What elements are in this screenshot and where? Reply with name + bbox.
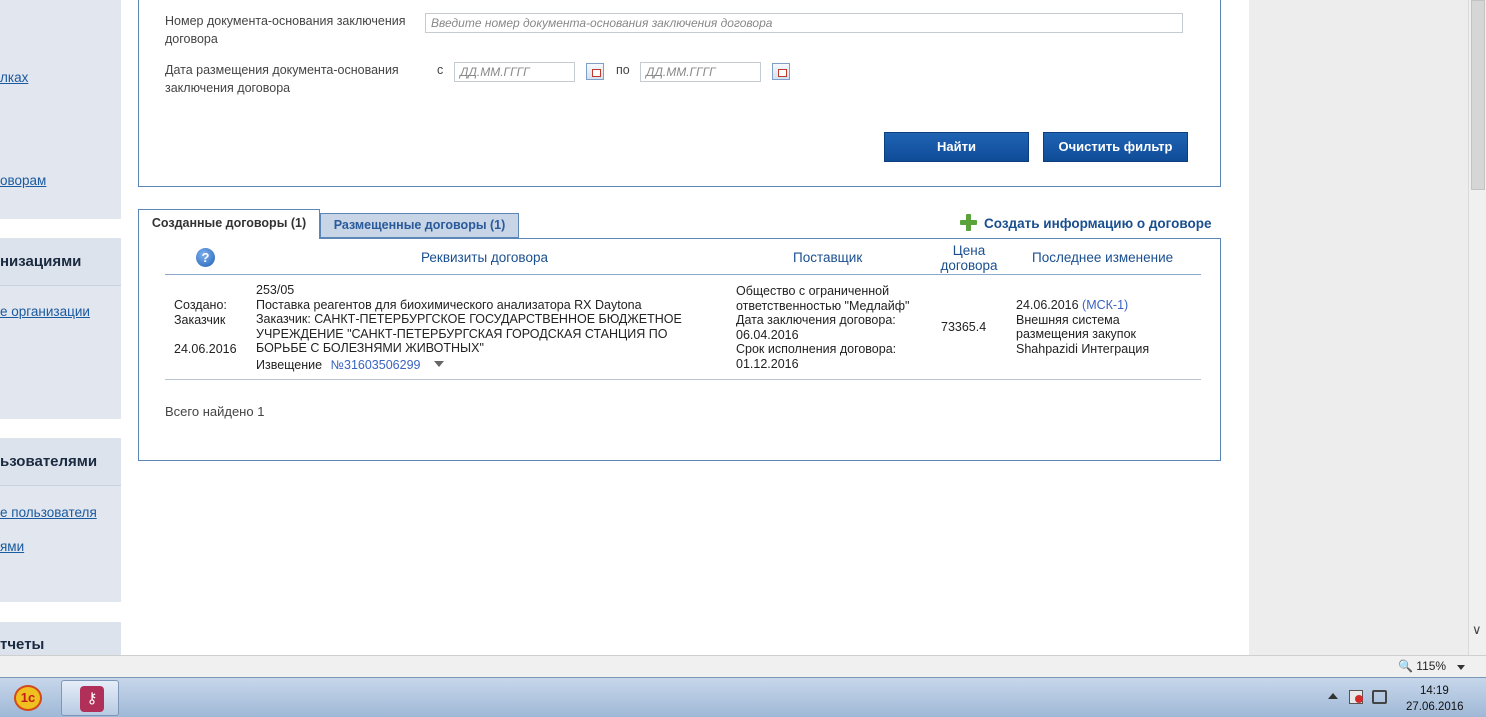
sidebar-link-organizations[interactable]: е организации <box>0 304 90 319</box>
total-found: Всего найдено 1 <box>165 404 265 419</box>
browser-status-bar: 🔍 115% <box>0 655 1486 677</box>
network-icon[interactable] <box>1372 690 1387 704</box>
contract-number: 253/05 <box>256 283 295 297</box>
chevron-down-icon[interactable] <box>433 360 444 367</box>
sidebar-link-procurements[interactable]: лках <box>0 70 28 85</box>
column-header-last-change: Последнее изменение <box>1032 250 1174 265</box>
sidebar-section-title: ьзователями <box>0 438 121 486</box>
zoom-dropdown-icon[interactable] <box>1457 665 1465 670</box>
1c-icon: 1с <box>14 685 42 711</box>
change-source: Внешняя система <box>1016 312 1120 327</box>
date-range-label-line: заключения договора <box>165 81 291 95</box>
action-center-flag-icon[interactable] <box>1349 690 1363 704</box>
notice-link[interactable]: №31603506299 <box>331 358 421 372</box>
right-margin <box>1249 0 1468 655</box>
header-divider <box>165 274 1201 275</box>
conclusion-date: 06.04.2016 <box>736 327 799 342</box>
contract-customer: БОРЬБЕ С БОЛЕЗНЯМИ ЖИВОТНЫХ" <box>256 341 484 355</box>
sidebar-section-organizations: низациями <box>0 238 121 419</box>
tab-created-contracts[interactable]: Созданные договоры (1) <box>138 209 320 239</box>
clear-filter-button[interactable]: Очистить фильтр <box>1043 132 1188 162</box>
date-to-input[interactable]: ДД.ММ.ГГГГ <box>640 62 761 82</box>
help-icon[interactable]: ? <box>196 248 215 267</box>
taskbar: 1с ⚷ 14:19 27.06.2016 <box>0 677 1486 717</box>
row-supplier: Общество с ограниченной ответственностью… <box>736 284 909 371</box>
calendar-icon[interactable] <box>772 63 790 80</box>
left-sidebar: лках оворам низациями е организации ьзов… <box>0 0 121 670</box>
row-created-date: 24.06.2016 <box>174 342 237 356</box>
clock-time[interactable]: 14:19 <box>1420 685 1449 697</box>
sidebar-section-reports: тчеты <box>0 622 121 670</box>
contract-customer: УЧРЕЖДЕНИЕ "САНКТ-ПЕТЕРБУРГСКАЯ ГОРОДСКА… <box>256 326 668 341</box>
zoom-level: 115% <box>1416 659 1447 673</box>
filter-panel: Номер документа-основания заключения дог… <box>138 0 1221 187</box>
sidebar-link-contracts[interactable]: оворам <box>0 173 46 188</box>
clock-date[interactable]: 27.06.2016 <box>1406 701 1464 713</box>
column-header-price: Цена договора <box>937 243 1001 273</box>
calendar-icon[interactable] <box>586 63 604 80</box>
supplier-name: Общество с ограниченной <box>736 284 890 298</box>
contract-customer: Заказчик: САНКТ-ПЕТЕРБУРГСКОЕ ГОСУДАРСТВ… <box>256 312 682 326</box>
doc-number-label-line: Номер документа-основания заключения <box>165 14 406 28</box>
column-header-supplier: Поставщик <box>793 250 863 265</box>
row-price: 73365.4 <box>941 320 987 334</box>
notice-label: Извещение <box>256 357 323 372</box>
row-status: Создано: Заказчик <box>174 298 227 327</box>
sidebar-section-users: ьзователями <box>0 438 121 602</box>
scroll-down-icon[interactable]: ∨ <box>1472 622 1482 638</box>
create-contract-info-label: Создать информацию о договоре <box>984 216 1212 231</box>
doc-number-input[interactable]: Введите номер документа-основания заключ… <box>425 13 1183 33</box>
change-user-link[interactable]: (МСК-1) <box>1082 298 1128 312</box>
sidebar-link-user[interactable]: е пользователя <box>0 505 97 520</box>
row-last-change: 24.06.2016 (МСК-1) Внешняя система разме… <box>1016 298 1149 356</box>
taskbar-app-1c[interactable]: 1с <box>2 680 60 716</box>
conclusion-label: Дата заключения договора: <box>736 313 896 327</box>
sidebar-section-title: низациями <box>0 238 121 286</box>
date-to-label: по <box>616 63 630 77</box>
contract-subject: Поставка реагентов для биохимического ан… <box>256 297 642 312</box>
date-from-label: с <box>437 63 444 77</box>
column-header-details: Реквизиты договора <box>421 250 548 265</box>
execution-label: Срок исполнения договора: <box>736 342 897 356</box>
plus-icon <box>960 214 977 231</box>
date-from-input[interactable]: ДД.ММ.ГГГГ <box>454 62 575 82</box>
taskbar-app-access[interactable]: ⚷ <box>61 680 119 716</box>
row-details: 253/05 Поставка реагентов для биохимичес… <box>256 283 682 372</box>
key-icon: ⚷ <box>80 686 104 712</box>
row-status-line: Заказчик <box>174 312 226 327</box>
change-date-line: 24.06.2016 (МСК-1) <box>1016 298 1149 313</box>
tray-show-hidden-icon[interactable] <box>1328 693 1338 699</box>
doc-number-label: Номер документа-основания заключения дог… <box>165 12 406 48</box>
change-source: Shahpazidi Интеграция <box>1016 341 1150 356</box>
change-source: размещения закупок <box>1016 327 1136 341</box>
create-contract-info-link[interactable]: Создать информацию о договоре <box>960 214 1212 231</box>
date-range-label: Дата размещения документа-основания закл… <box>165 61 399 97</box>
row-divider <box>165 379 1201 380</box>
doc-number-label-line: договора <box>165 32 218 46</box>
zoom-control[interactable]: 🔍 115% <box>1398 659 1446 673</box>
change-date: 24.06.2016 <box>1016 298 1079 312</box>
row-status-line: Создано: <box>174 298 227 312</box>
find-button[interactable]: Найти <box>884 132 1029 162</box>
column-header-price-line: договора <box>940 258 998 273</box>
vertical-scrollbar[interactable]: ∨ <box>1468 0 1486 655</box>
results-panel: ? Реквизиты договора Поставщик Цена дого… <box>138 238 1221 461</box>
column-header-price-line: Цена <box>952 243 986 258</box>
scrollbar-thumb[interactable] <box>1471 0 1485 190</box>
date-range-label-line: Дата размещения документа-основания <box>165 63 399 77</box>
tab-placed-contracts[interactable]: Размещенные договоры (1) <box>320 213 519 238</box>
execution-date: 01.12.2016 <box>736 356 799 371</box>
supplier-name: ответственностью "Медлайф" <box>736 298 910 313</box>
notice-row: Извещение №31603506299 <box>256 358 682 373</box>
sidebar-link-users[interactable]: ями <box>0 539 24 554</box>
